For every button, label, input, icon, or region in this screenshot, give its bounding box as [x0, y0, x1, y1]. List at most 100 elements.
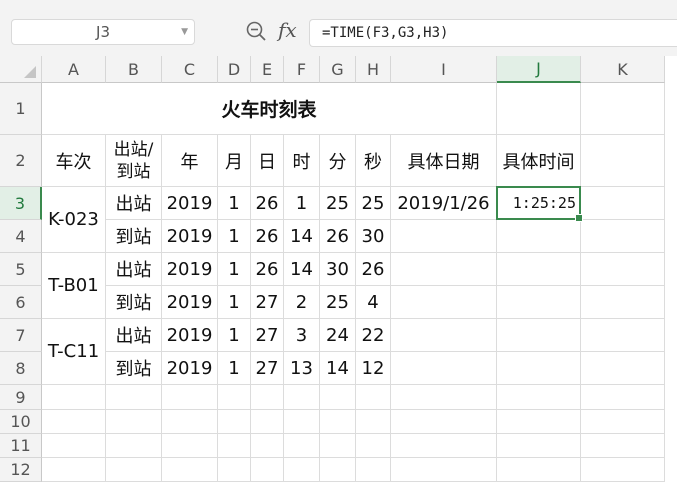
- cell-empty[interactable]: [581, 220, 665, 253]
- cell-empty[interactable]: [218, 410, 251, 434]
- cell-minute[interactable]: 24: [320, 319, 356, 352]
- cell-day[interactable]: 26: [251, 253, 284, 286]
- cell-type[interactable]: 出站: [106, 319, 162, 352]
- column-header-i[interactable]: I: [391, 56, 497, 83]
- header-date[interactable]: 具体日期: [391, 135, 497, 187]
- row-header-4[interactable]: 4: [0, 220, 42, 253]
- row-header-7[interactable]: 7: [0, 319, 42, 352]
- cell-hour[interactable]: 2: [284, 286, 320, 319]
- fx-icon[interactable]: fx: [278, 18, 297, 42]
- cell-empty[interactable]: [581, 434, 665, 458]
- header-hour[interactable]: 时: [284, 135, 320, 187]
- header-minute[interactable]: 分: [320, 135, 356, 187]
- cell-year[interactable]: 2019: [162, 286, 218, 319]
- cell-empty[interactable]: [251, 385, 284, 410]
- cell-empty[interactable]: [497, 434, 581, 458]
- formula-input[interactable]: =TIME(F3,G3,H3): [309, 19, 677, 47]
- cell-empty[interactable]: [581, 187, 665, 220]
- column-header-a[interactable]: A: [42, 56, 106, 83]
- cell-empty[interactable]: [284, 385, 320, 410]
- train-name[interactable]: T-B01: [42, 253, 106, 319]
- cell-year[interactable]: 2019: [162, 352, 218, 385]
- cell-minute[interactable]: 26: [320, 220, 356, 253]
- cell-month[interactable]: 1: [218, 187, 251, 220]
- column-header-g[interactable]: G: [320, 56, 356, 83]
- header-time[interactable]: 具体时间: [497, 135, 581, 187]
- cell-empty[interactable]: [581, 458, 665, 482]
- cell-time[interactable]: 1:25:25: [497, 187, 581, 220]
- cell-empty[interactable]: [356, 410, 391, 434]
- cell-day[interactable]: 27: [251, 286, 284, 319]
- cell-second[interactable]: 30: [356, 220, 391, 253]
- cell-empty[interactable]: [106, 385, 162, 410]
- cell-empty[interactable]: [391, 410, 497, 434]
- cell-empty[interactable]: [284, 434, 320, 458]
- cell-date[interactable]: [391, 286, 497, 319]
- train-name[interactable]: K-023: [42, 187, 106, 253]
- cell-month[interactable]: 1: [218, 319, 251, 352]
- row-header-2[interactable]: 2: [0, 135, 42, 187]
- row-header-8[interactable]: 8: [0, 352, 42, 385]
- cell-day[interactable]: 26: [251, 187, 284, 220]
- cell-hour[interactable]: 1: [284, 187, 320, 220]
- cell-second[interactable]: 22: [356, 319, 391, 352]
- cell-year[interactable]: 2019: [162, 220, 218, 253]
- train-name[interactable]: T-C11: [42, 319, 106, 385]
- cell-j1[interactable]: [497, 83, 581, 135]
- cell-empty[interactable]: [320, 434, 356, 458]
- cell-empty[interactable]: [251, 434, 284, 458]
- chevron-down-icon[interactable]: ▼: [181, 27, 188, 37]
- cell-time[interactable]: [497, 253, 581, 286]
- row-header-10[interactable]: 10: [0, 410, 42, 434]
- header-day[interactable]: 日: [251, 135, 284, 187]
- column-header-f[interactable]: F: [284, 56, 320, 83]
- cell-empty[interactable]: [162, 434, 218, 458]
- zoom-icon[interactable]: [245, 20, 267, 42]
- cell-empty[interactable]: [356, 434, 391, 458]
- cell-empty[interactable]: [581, 286, 665, 319]
- cell-empty[interactable]: [581, 410, 665, 434]
- cell-time[interactable]: [497, 352, 581, 385]
- cell-empty[interactable]: [391, 458, 497, 482]
- cell-empty[interactable]: [497, 410, 581, 434]
- cell-type[interactable]: 到站: [106, 352, 162, 385]
- cell-date[interactable]: [391, 220, 497, 253]
- column-header-j[interactable]: J: [497, 56, 581, 83]
- cell-empty[interactable]: [218, 434, 251, 458]
- header-second[interactable]: 秒: [356, 135, 391, 187]
- cell-empty[interactable]: [42, 458, 106, 482]
- cell-empty[interactable]: [581, 253, 665, 286]
- cell-empty[interactable]: [356, 458, 391, 482]
- cell-empty[interactable]: [497, 458, 581, 482]
- cell-hour[interactable]: 14: [284, 253, 320, 286]
- cell-hour[interactable]: 3: [284, 319, 320, 352]
- header-month[interactable]: 月: [218, 135, 251, 187]
- cell-empty[interactable]: [356, 385, 391, 410]
- cell-empty[interactable]: [284, 410, 320, 434]
- column-header-d[interactable]: D: [218, 56, 251, 83]
- cell-minute[interactable]: 14: [320, 352, 356, 385]
- cell-empty[interactable]: [320, 385, 356, 410]
- cell-empty[interactable]: [42, 434, 106, 458]
- column-header-k[interactable]: K: [581, 56, 665, 83]
- cell-empty[interactable]: [251, 410, 284, 434]
- cell-empty[interactable]: [42, 385, 106, 410]
- cell-hour[interactable]: 14: [284, 220, 320, 253]
- cell-empty[interactable]: [162, 410, 218, 434]
- column-header-c[interactable]: C: [162, 56, 218, 83]
- row-header-5[interactable]: 5: [0, 253, 42, 286]
- cell-hour[interactable]: 13: [284, 352, 320, 385]
- cell-month[interactable]: 1: [218, 253, 251, 286]
- cell-empty[interactable]: [106, 434, 162, 458]
- cell-empty[interactable]: [391, 385, 497, 410]
- cell-day[interactable]: 27: [251, 352, 284, 385]
- cell-second[interactable]: 25: [356, 187, 391, 220]
- cell-empty[interactable]: [581, 385, 665, 410]
- cell-k2[interactable]: [581, 135, 665, 187]
- cell-time[interactable]: [497, 319, 581, 352]
- cell-month[interactable]: 1: [218, 220, 251, 253]
- cell-time[interactable]: [497, 286, 581, 319]
- row-header-9[interactable]: 9: [0, 385, 42, 410]
- row-header-6[interactable]: 6: [0, 286, 42, 319]
- cell-empty[interactable]: [106, 458, 162, 482]
